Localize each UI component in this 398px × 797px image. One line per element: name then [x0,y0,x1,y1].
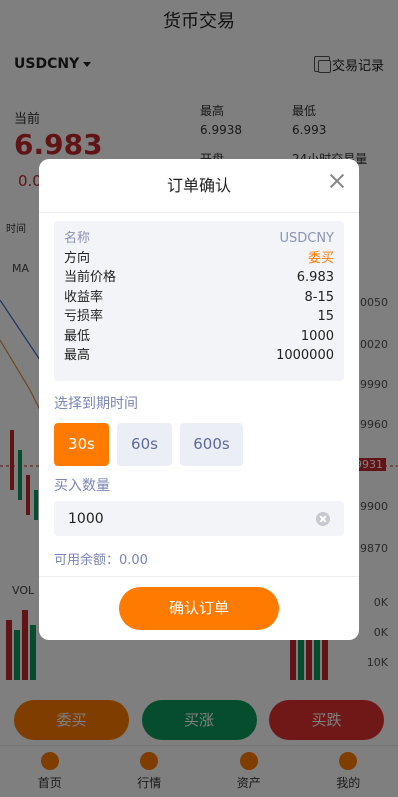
confirm-order-button[interactable]: 确认订单 [119,587,279,630]
price-label: 当前价格 [64,270,117,285]
min-value: 1000 [300,328,334,344]
name-label: 名称 [64,231,91,246]
max-value: 1000000 [276,348,334,363]
direction-label: 方向 [64,250,91,266]
time-option-30s[interactable]: 30s [54,423,109,466]
info-row-name: 名称 USDCNY [64,229,334,249]
min-label: 最低 [64,328,91,344]
available-balance: 可用余额：0.00 [54,553,148,568]
quantity-field [54,501,344,536]
time-options: 30s 60s 600s [54,423,243,466]
close-icon[interactable] [327,171,347,191]
quantity-label: 买入数量 [54,478,110,494]
expire-label: 选择到期时间 [54,396,138,412]
yield-value: 8-15 [304,289,334,305]
divider [39,576,359,577]
yield-label: 收益率 [64,289,104,305]
time-option-600s[interactable]: 600s [180,423,243,466]
info-row-max: 最高 1000000 [64,346,334,366]
name-value: USDCNY [279,231,334,246]
loss-label: 亏损率 [64,309,104,324]
time-option-60s[interactable]: 60s [117,423,172,466]
loss-value: 15 [317,309,334,324]
dialog-title: 订单确认 [39,159,359,213]
clear-icon[interactable] [316,511,330,526]
order-confirm-dialog: 订单确认 名称 USDCNY 方向 委买 当前价格 6.983 收益率 8-15… [39,159,359,640]
order-info-box: 名称 USDCNY 方向 委买 当前价格 6.983 收益率 8-15 亏损率 … [54,221,344,381]
price-value: 6.983 [296,270,334,285]
info-row-min: 最低 1000 [64,327,334,347]
info-row-loss: 亏损率 15 [64,307,334,327]
info-row-yield: 收益率 8-15 [64,288,334,308]
info-row-price: 当前价格 6.983 [64,268,334,288]
quantity-input[interactable] [68,510,316,527]
direction-value: 委买 [307,250,334,266]
max-label: 最高 [64,348,91,363]
info-row-direction: 方向 委买 [64,249,334,269]
